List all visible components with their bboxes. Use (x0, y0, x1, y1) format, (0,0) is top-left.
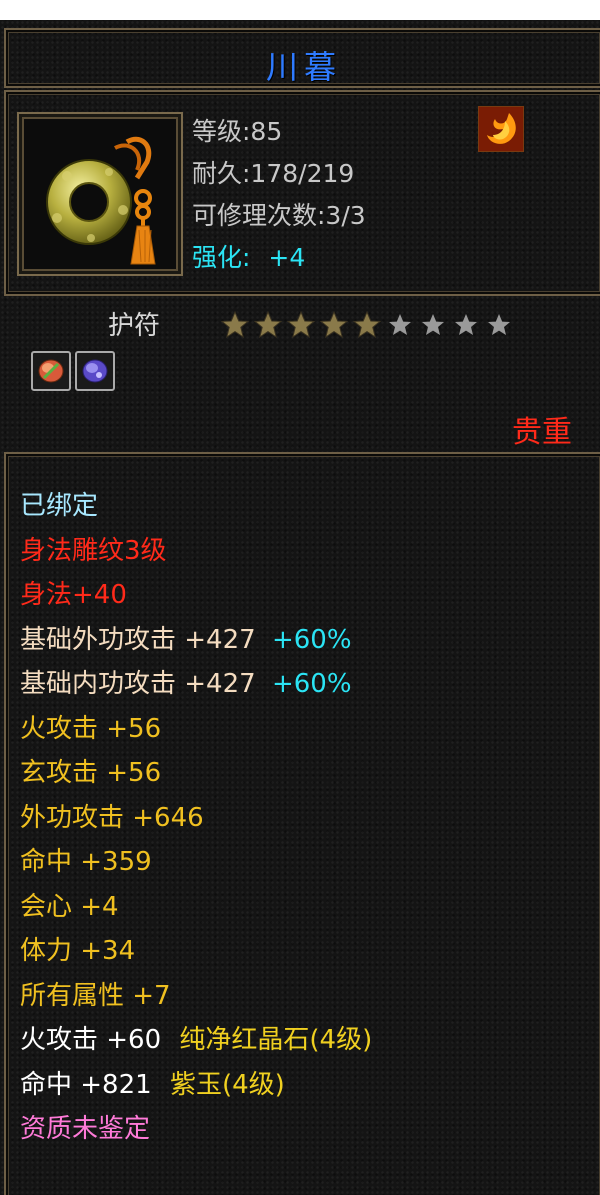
ext-attack-line: 基础外功攻击 +427 +60% (20, 618, 372, 663)
star-icon-empty (422, 314, 444, 335)
gem2-line: 命中 +821 紫玉(4级) (20, 1063, 372, 1108)
ext-attack-text: 基础外功攻击 +427 (20, 624, 256, 655)
item-properties: 已绑定 身法雕纹3级 身法+40 基础外功攻击 +427 +60% 基础内功攻击… (20, 484, 372, 1152)
item-repair-count: 可修理次数:3/3 (192, 201, 366, 230)
star-rating (220, 310, 514, 342)
outer-attack-line: 外功攻击 +646 (20, 802, 204, 833)
star-icon-empty (389, 314, 411, 335)
star-icon-empty (488, 314, 510, 335)
stamina-line: 体力 +34 (20, 936, 136, 966)
int-attack-bonus: +60% (271, 669, 352, 699)
int-attack-text: 基础内功攻击 +427 (20, 669, 256, 699)
red-gem-icon[interactable] (31, 351, 71, 391)
item-icon-frame (17, 112, 183, 276)
purple-gem-icon[interactable] (75, 351, 115, 391)
gem1-name: 纯净红晶石(4级) (179, 1025, 373, 1055)
enhance-label: 强化: (192, 243, 251, 272)
int-attack-line: 基础内功攻击 +427 +60% (20, 662, 372, 707)
agility-line: 身法+40 (20, 580, 127, 610)
gem-sockets (31, 351, 115, 391)
item-name: 川暮 (265, 48, 342, 86)
enhance-value: +4 (268, 243, 306, 272)
star-icon-lit (352, 310, 382, 339)
engrave-line: 身法雕纹3级 (20, 535, 167, 566)
item-durability: 耐久:178/219 (192, 159, 355, 188)
rarity-label: 贵重 (512, 415, 572, 450)
gem2-stat: 命中 +821 (20, 1069, 152, 1100)
item-basic-info: 等级:85 耐久:178/219 可修理次数:3/3 强化: +4 (192, 111, 366, 279)
star-icon-lit (253, 310, 283, 339)
star-icon-lit (319, 310, 349, 339)
bound-status: 已绑定 (20, 491, 99, 521)
jade-ring-amulet-icon (46, 136, 156, 265)
star-icon-lit (286, 310, 316, 339)
star-icon-lit (220, 310, 250, 339)
fire-attack-line: 火攻击 +56 (20, 713, 162, 744)
item-enhance: 强化: +4 (192, 237, 366, 279)
gem2-name: 紫玉(4级) (169, 1069, 285, 1100)
star-icon-empty (455, 314, 477, 335)
hit-line: 命中 +359 (20, 847, 152, 877)
gem1-stat: 火攻击 +60 (20, 1025, 162, 1055)
aptitude-line: 资质未鉴定 (20, 1114, 151, 1144)
ext-attack-bonus: +60% (271, 624, 352, 655)
gem1-line: 火攻击 +60 纯净红晶石(4级) (20, 1018, 372, 1063)
item-type: 护符 (108, 311, 161, 341)
item-level: 等级:85 (192, 117, 283, 146)
crit-line: 会心 +4 (20, 891, 119, 922)
all-attributes-line: 所有属性 +7 (20, 980, 171, 1011)
xuan-attack-line: 玄攻击 +56 (20, 758, 162, 788)
title-bar: 川暮 (4, 28, 600, 88)
item-tooltip: 川暮 等级:85 耐久:178/219 可修理次数:3/3 强化: +4 护符 … (0, 20, 600, 1195)
fire-gem-icon (478, 106, 524, 152)
